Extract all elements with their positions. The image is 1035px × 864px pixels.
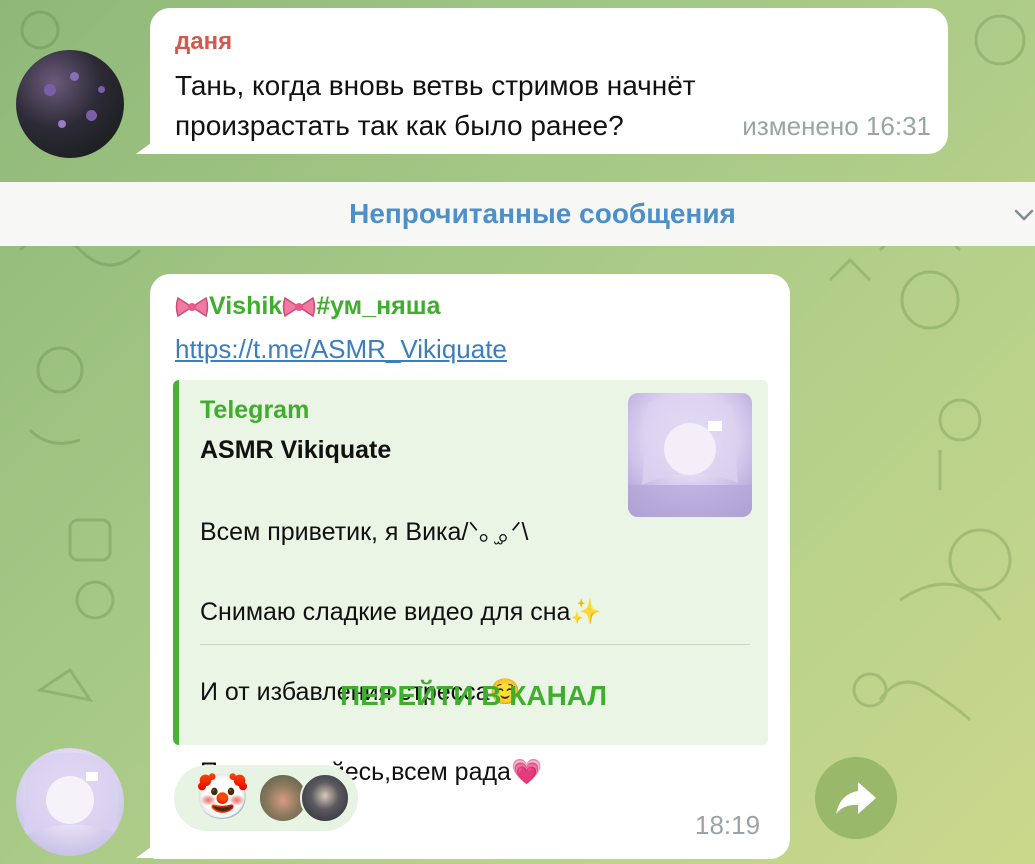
sender-name[interactable]: Vishik #ум_няша	[175, 292, 441, 321]
share-button[interactable]	[815, 757, 897, 839]
chevron-down-icon[interactable]	[1013, 204, 1035, 226]
avatar[interactable]	[16, 748, 124, 856]
link-preview-description-line: Всем приветик, я Вика/ᐠ｡ ̫｡ᐟ\	[200, 518, 529, 546]
ribbon-bow-icon	[282, 296, 316, 317]
message-status: изменено 16:31	[742, 111, 931, 141]
avatar	[300, 773, 350, 823]
link-preview-thumbnail[interactable]	[628, 393, 752, 517]
sender-tag: #ум_няша	[316, 292, 441, 320]
unread-separator: Непрочитанные сообщения	[0, 182, 1035, 246]
open-channel-button[interactable]: ПЕРЕЙТИ В КАНАЛ	[179, 650, 768, 742]
message-time: 18:19	[695, 810, 761, 840]
link-preview-site: Telegram	[200, 396, 310, 424]
message-text: Тань, когда вновь ветвь стримов начнёт п…	[175, 70, 696, 141]
sender-name-text: Vishik	[209, 292, 283, 320]
ribbon-bow-icon	[175, 296, 209, 317]
anime-girl-image	[24, 752, 118, 836]
message-link[interactable]: https://t.me/ASMR_Vikiquate	[175, 334, 507, 365]
link-preview-title: ASMR Vikiquate	[200, 436, 392, 464]
share-arrow-icon	[836, 782, 876, 814]
clown-icon: 🤡	[195, 773, 250, 822]
link-preview-divider	[200, 644, 750, 645]
sender-name[interactable]: даня	[175, 28, 232, 56]
avatar[interactable]	[16, 50, 124, 158]
anime-girl-image	[628, 393, 752, 517]
link-preview-description-line: Снимаю сладкие видео для сна✨	[200, 598, 602, 626]
unread-separator-label: Непрочитанные сообщения	[349, 198, 736, 229]
